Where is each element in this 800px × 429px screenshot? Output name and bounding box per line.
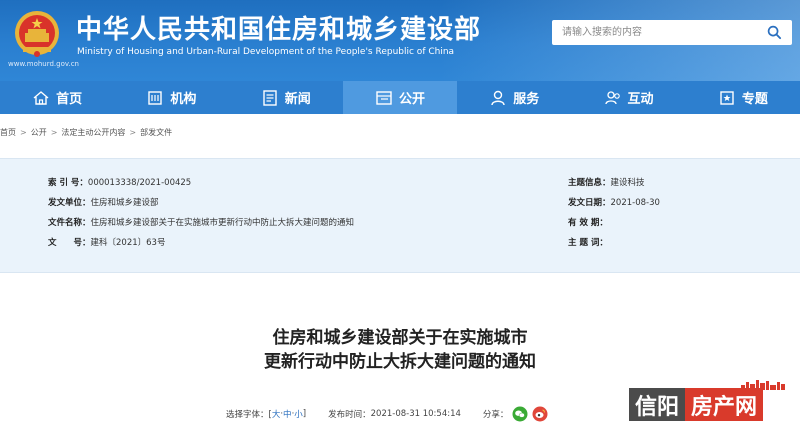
publish-time-label: 发布时间： <box>328 410 371 420</box>
search-input[interactable] <box>552 20 762 45</box>
watermark-text-dark: 信阳 <box>629 388 686 421</box>
main-nav: 首页 机构 新闻 公开 服务 互动 专题 <box>0 81 800 114</box>
info-label: 发文单位： <box>48 198 91 208</box>
breadcrumb-statutory[interactable]: 法定主动公开内容 <box>61 127 125 138</box>
info-label: 有 效 期： <box>568 218 608 228</box>
nav-item-topic[interactable]: 专题 <box>686 81 800 114</box>
document-title-line1: 住房和城乡建设部关于在实施城市 <box>272 328 528 348</box>
info-topic: 主题信息：建设科技 <box>568 176 645 188</box>
site-header: www.mohurd.gov.cn 中华人民共和国住房和城乡建设部 Minist… <box>0 0 800 81</box>
info-value: 000013338/2021-00425 <box>87 178 192 188</box>
wechat-share-icon[interactable] <box>512 406 528 422</box>
news-icon <box>262 89 277 106</box>
info-index: 索 引 号：000013338/2021-00425 <box>48 176 191 188</box>
breadcrumb-separator: > <box>50 127 58 137</box>
site-url: www.mohurd.gov.cn <box>8 60 79 68</box>
search-icon[interactable] <box>767 25 782 40</box>
font-size-small-link[interactable]: 小 <box>294 408 303 420</box>
document-info-panel: 索 引 号：000013338/2021-00425 发文单位：住房和城乡建设部… <box>0 158 800 273</box>
info-label: 文 号： <box>48 238 91 248</box>
info-value: 建设科技 <box>610 178 645 188</box>
document-meta: 选择字体：[ 大 · 中 · 小 ] 发布时间： 2021-08-31 10:5… <box>226 404 548 424</box>
font-size-label: 选择字体：[ <box>226 410 272 420</box>
site-title[interactable]: 中华人民共和国住房和城乡建设部 <box>76 9 481 46</box>
info-date: 发文日期：2021-08-30 <box>568 196 660 208</box>
nav-item-label: 公开 <box>398 92 425 107</box>
info-label: 发文日期： <box>568 198 611 208</box>
info-value: 2021-08-30 <box>610 198 660 208</box>
info-label: 索 引 号： <box>48 178 88 188</box>
nav-item-label: 机构 <box>170 92 197 107</box>
font-size-large-link[interactable]: 大 <box>272 408 281 420</box>
national-emblem-icon[interactable] <box>13 9 61 59</box>
interact-icon <box>604 90 620 104</box>
weibo-share-icon[interactable] <box>532 406 548 422</box>
document-title: 住房和城乡建设部关于在实施城市 更新行动中防止大拆大建问题的通知 <box>0 326 800 374</box>
site-subtitle: Ministry of Housing and Urban-Rural Deve… <box>77 47 455 57</box>
info-value: 住房和城乡建设部 <box>90 198 159 208</box>
watermark-logo: 信阳 房产网 <box>629 380 789 421</box>
open-icon <box>376 90 392 105</box>
info-docno: 文 号：建科〔2021〕63号 <box>48 236 165 248</box>
nav-item-label: 服务 <box>513 92 540 107</box>
info-label: 主 题 词： <box>568 238 608 248</box>
nav-item-service[interactable]: 服务 <box>457 81 571 114</box>
home-icon <box>33 90 49 105</box>
info-keywords: 主 题 词： <box>568 236 608 248</box>
breadcrumb-open[interactable]: 公开 <box>31 127 47 138</box>
share-label: 分享： <box>482 410 509 420</box>
watermark-text-red: 房产网 <box>685 388 764 421</box>
nav-item-interact[interactable]: 互动 <box>571 81 685 114</box>
nav-item-label: 首页 <box>56 92 83 107</box>
nav-item-label: 新闻 <box>284 92 311 107</box>
info-label: 主题信息： <box>568 178 611 188</box>
breadcrumb-ministry-documents[interactable]: 部发文件 <box>140 127 172 138</box>
info-value: 建科〔2021〕63号 <box>90 238 166 248</box>
nav-item-open[interactable]: 公开 <box>342 81 458 114</box>
info-issuer: 发文单位：住房和城乡建设部 <box>48 196 159 208</box>
publish-time-value: 2021-08-31 10:54:14 <box>370 409 461 419</box>
breadcrumb: 首页 > 公开 > 法定主动公开内容 > 部发文件 <box>0 124 172 140</box>
nav-item-organization[interactable]: 机构 <box>114 81 228 114</box>
nav-item-news[interactable]: 新闻 <box>229 81 343 114</box>
breadcrumb-separator: > <box>129 127 137 137</box>
font-size-medium-link[interactable]: 中 <box>283 408 292 420</box>
building-icon <box>148 90 163 105</box>
topic-icon <box>720 90 734 105</box>
font-size-bracket: ] <box>302 409 307 419</box>
search-box[interactable] <box>552 20 792 45</box>
info-valid: 有 效 期： <box>568 216 608 228</box>
info-value: 住房和城乡建设部关于在实施城市更新行动中防止大拆大建问题的通知 <box>90 218 355 228</box>
service-icon <box>491 90 505 105</box>
breadcrumb-home[interactable]: 首页 <box>0 127 16 138</box>
nav-item-label: 互动 <box>627 92 654 107</box>
nav-item-home[interactable]: 首页 <box>0 81 114 114</box>
info-docname: 文件名称：住房和城乡建设部关于在实施城市更新行动中防止大拆大建问题的通知 <box>48 216 354 228</box>
nav-item-label: 专题 <box>741 92 768 107</box>
info-label: 文件名称： <box>48 218 91 228</box>
breadcrumb-separator: > <box>20 127 27 137</box>
document-title-line2: 更新行动中防止大拆大建问题的通知 <box>264 352 536 372</box>
